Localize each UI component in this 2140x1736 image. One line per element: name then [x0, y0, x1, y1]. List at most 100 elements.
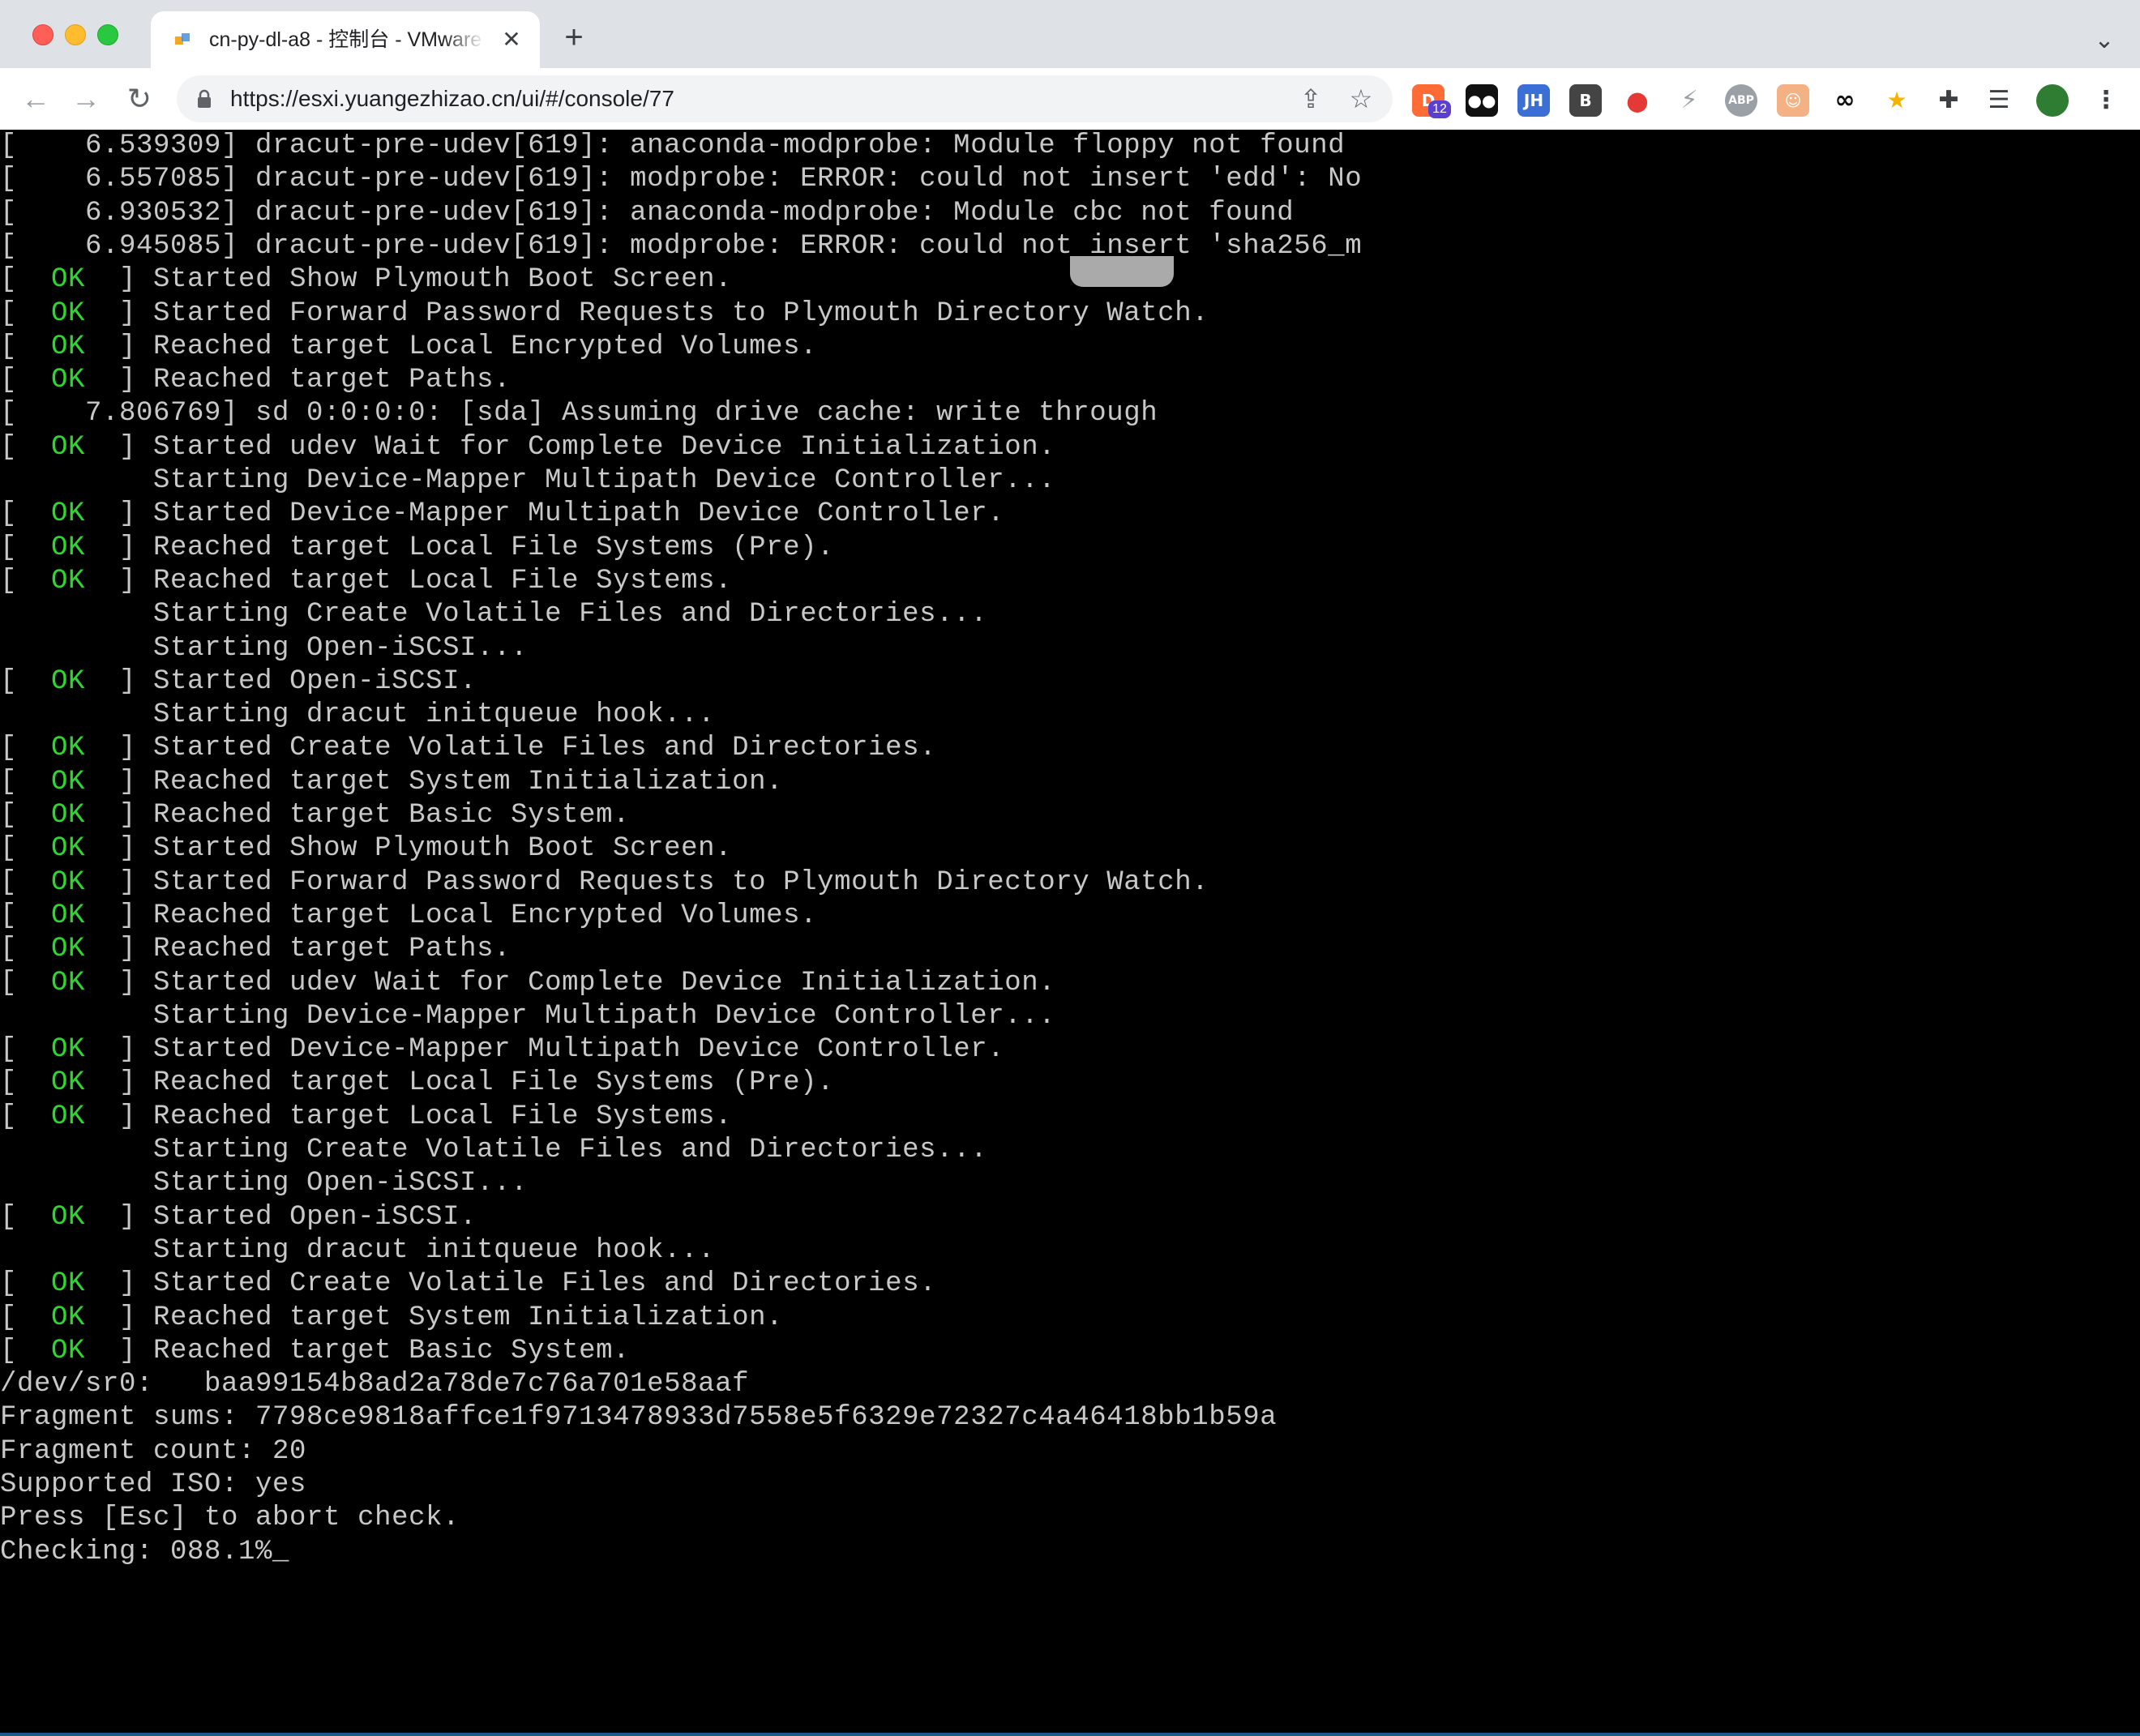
ok-status: OK	[51, 900, 86, 931]
window-minimize-button[interactable]	[65, 24, 86, 45]
console-line: [ OK ] Started Create Volatile Files and…	[0, 732, 936, 765]
tab-search-chevron-icon[interactable]: ⌄	[2088, 24, 2121, 57]
forward-button[interactable]: →	[68, 81, 104, 117]
extension-abp-icon[interactable]: ABP	[1725, 84, 1757, 117]
console-text: Fragment count: 20	[0, 1435, 307, 1467]
console-line: [ 6.539309] dracut-pre-udev[619]: anacon…	[0, 130, 1345, 163]
extensions-puzzle-icon[interactable]: ✚	[1932, 84, 1965, 117]
console-line: [ OK ] Reached target Basic System.	[0, 799, 630, 832]
console-text: [	[0, 1302, 52, 1333]
lock-icon[interactable]	[196, 89, 212, 109]
ok-status: OK	[51, 365, 86, 396]
back-button[interactable]: ←	[18, 81, 54, 117]
console-line: [ OK ] Reached target Local Encrypted Vo…	[0, 331, 817, 364]
console-text: [	[0, 766, 52, 797]
console-text: [	[0, 297, 52, 329]
url-text[interactable]: https://esxi.yuangezhizao.cn/ui/#/consol…	[230, 85, 674, 113]
console-toolbar-tab[interactable]	[1070, 256, 1174, 287]
extension-b-icon[interactable]: B	[1569, 84, 1602, 117]
vm-console-screen[interactable]: [ 6.539309] dracut-pre-udev[619]: anacon…	[0, 130, 2140, 1736]
tab-console[interactable]: cn-py-dl-a8 - 控制台 - VMware ESXi ✕	[151, 11, 540, 68]
console-text: ] Reached target Local File Systems.	[85, 1101, 733, 1132]
console-text: ] Started udev Wait for Complete Device …	[85, 431, 1056, 463]
ok-status: OK	[51, 1034, 86, 1066]
share-icon[interactable]: ⇪	[1295, 83, 1326, 114]
bookmark-star-icon[interactable]: ☆	[1346, 83, 1376, 114]
address-bar[interactable]: https://esxi.yuangezhizao.cn/ui/#/consol…	[177, 75, 1393, 122]
console-line: Checking: 088.1%_	[0, 1536, 289, 1569]
ok-status: OK	[51, 1101, 86, 1132]
reading-list-icon[interactable]: ☰	[1983, 84, 2015, 117]
tab-strip: cn-py-dl-a8 - 控制台 - VMware ESXi ✕ + ⌄	[0, 0, 2140, 68]
console-text: Press [Esc] to abort check.	[0, 1503, 460, 1534]
console-text: ] Started Open-iSCSI.	[85, 1201, 477, 1233]
window-maximize-button[interactable]	[97, 24, 118, 45]
ok-status: OK	[51, 800, 86, 831]
console-line: [ OK ] Started Device-Mapper Multipath D…	[0, 1033, 1004, 1067]
console-text: [	[0, 1268, 52, 1300]
console-text: [	[0, 1067, 52, 1099]
console-line: [ OK ] Started Open-iSCSI.	[0, 665, 477, 699]
ok-status: OK	[51, 565, 86, 596]
console-text: [	[0, 532, 52, 563]
ok-status: OK	[51, 766, 86, 797]
ok-status: OK	[51, 431, 86, 463]
extension-lightning-icon[interactable]: ⚡	[1673, 84, 1706, 117]
console-text: ] Reached target Paths.	[85, 365, 511, 396]
console-text: [	[0, 498, 52, 530]
ok-status: OK	[51, 297, 86, 329]
browser-menu-icon[interactable]: ⋮	[2090, 84, 2122, 117]
profile-avatar[interactable]	[2036, 84, 2069, 117]
extension-infinity-icon[interactable]: ∞	[1829, 84, 1861, 117]
console-text: ] Started Create Volatile Files and Dire…	[85, 733, 937, 764]
console-line: [ OK ] Reached target System Initializat…	[0, 1302, 783, 1335]
reload-button[interactable]: ↻	[122, 81, 157, 117]
console-text: ] Reached target System Initialization.	[85, 766, 784, 797]
console-text: [ 6.539309] dracut-pre-udev[619]: anacon…	[0, 130, 1346, 161]
console-text: ] Started Forward Password Requests to P…	[85, 866, 1209, 898]
console-line: [ OK ] Reached target Basic System.	[0, 1335, 630, 1368]
console-text: ] Reached target Local File Systems (Pre…	[85, 532, 835, 563]
extension-tampermonkey-icon[interactable]: ●●	[1466, 84, 1498, 117]
console-text: ] Reached target Basic System.	[85, 800, 631, 831]
console-line: Starting Create Volatile Files and Direc…	[0, 598, 987, 631]
tab-close-icon[interactable]: ✕	[498, 26, 525, 53]
console-text: [	[0, 264, 52, 296]
console-text: [	[0, 331, 52, 362]
vmware-favicon-icon	[175, 33, 190, 45]
console-line: Press [Esc] to abort check.	[0, 1502, 460, 1535]
console-line: [ OK ] Started Device-Mapper Multipath D…	[0, 498, 1004, 531]
ok-status: OK	[51, 1201, 86, 1233]
ok-status: OK	[51, 665, 86, 697]
ok-status: OK	[51, 833, 86, 865]
console-text: [	[0, 565, 52, 596]
extension-red-drop-icon[interactable]: ●	[1621, 84, 1654, 117]
extension-star-icon[interactable]: ★	[1881, 84, 1913, 117]
console-text: [ 6.930532] dracut-pre-udev[619]: anacon…	[0, 197, 1295, 229]
extension-avatar-icon[interactable]: ☺	[1777, 84, 1809, 117]
console-text: Starting Open-iSCSI...	[0, 632, 529, 664]
console-text: [	[0, 833, 52, 865]
console-line: [ OK ] Started Forward Password Requests…	[0, 866, 1209, 900]
console-line: Starting Open-iSCSI...	[0, 1167, 528, 1200]
window-close-button[interactable]	[32, 24, 54, 45]
ok-status: OK	[51, 1302, 86, 1333]
browser-chrome: cn-py-dl-a8 - 控制台 - VMware ESXi ✕ + ⌄ ← …	[0, 0, 2140, 130]
console-text: [ 6.557085] dracut-pre-udev[619]: modpro…	[0, 164, 1363, 195]
new-tab-button[interactable]: +	[558, 21, 590, 53]
console-text: [	[0, 1034, 52, 1066]
console-text: ] Started Device-Mapper Multipath Device…	[85, 1034, 1005, 1066]
console-text: ] Started Show Plymouth Boot Screen.	[85, 264, 733, 296]
console-line: [ OK ] Reached target System Initializat…	[0, 766, 783, 799]
ok-status: OK	[51, 498, 86, 530]
console-line: [ OK ] Started udev Wait for Complete De…	[0, 431, 1055, 464]
console-line: [ OK ] Started udev Wait for Complete De…	[0, 967, 1055, 1000]
console-text: Starting dracut initqueue hook...	[0, 699, 716, 731]
console-line: Starting Open-iSCSI...	[0, 632, 528, 665]
console-text: ] Reached target Paths.	[85, 934, 511, 965]
console-text: [	[0, 1101, 52, 1132]
console-text: ] Started Open-iSCSI.	[85, 665, 477, 697]
console-line: [ OK ] Started Show Plymouth Boot Screen…	[0, 832, 732, 866]
ok-status: OK	[51, 264, 86, 296]
extension-jh-icon[interactable]: JH	[1517, 84, 1550, 117]
